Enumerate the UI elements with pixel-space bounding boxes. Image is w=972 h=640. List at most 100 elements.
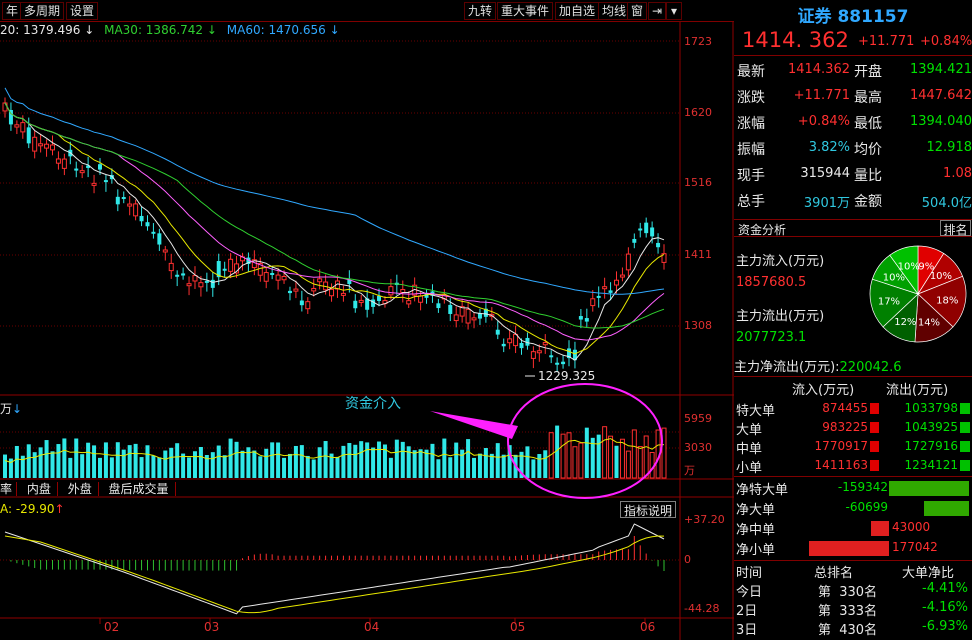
candle-body (145, 222, 150, 227)
candle-body (74, 168, 79, 171)
candle-body (561, 361, 566, 365)
volume-bar (412, 450, 417, 478)
rank-day: 3日 (736, 623, 758, 638)
candle-body (139, 215, 144, 222)
volume-bar (145, 445, 150, 478)
tab-window[interactable]: 窗 (627, 2, 648, 20)
candle-body (602, 286, 608, 290)
candle-body (519, 342, 524, 349)
volume-bar (341, 445, 346, 478)
pie-slice-label: 10% (898, 262, 920, 273)
volume-bar (62, 438, 67, 478)
price-tick: 1723 (684, 35, 712, 48)
candle-body (317, 278, 323, 283)
volume-bar (115, 442, 120, 478)
x-tick: 02 (104, 620, 120, 634)
candle-body (44, 143, 50, 149)
candle-body (549, 355, 554, 358)
candle-body (263, 272, 269, 282)
rank-time-header: 时间 (736, 566, 763, 581)
candle-body (32, 136, 38, 152)
candle-body (513, 333, 519, 347)
candle-body (26, 127, 31, 144)
candle-body (49, 144, 55, 151)
candle-body (644, 222, 649, 234)
quote-value: +0.84% (797, 114, 850, 129)
net-flow-name: 净大单 (736, 503, 776, 518)
candle-body (530, 351, 536, 359)
candle-body (281, 275, 287, 281)
rank-ratio: -6.93% (922, 619, 968, 634)
volume-bar (311, 459, 316, 478)
candle-body (305, 301, 311, 310)
quote-label: 开盘 (854, 64, 882, 80)
quote-label: 最新 (737, 64, 765, 80)
net-flow-name: 净中单 (736, 523, 776, 538)
candle-body (103, 180, 108, 183)
flow-out-bar (960, 403, 970, 414)
volume-bar (86, 442, 91, 478)
volume-bar (68, 457, 73, 478)
volume-bar (32, 452, 37, 478)
pie-slice-label: 18% (936, 296, 958, 307)
volume-bar (92, 445, 97, 478)
tab-major-events[interactable]: 重大事件 (497, 2, 554, 20)
tab-multi-period[interactable]: 多周期 (20, 2, 65, 20)
candle-body (555, 362, 560, 365)
volume-bar (26, 444, 31, 478)
tab-add-watchlist[interactable]: 加自选 (555, 2, 600, 20)
volume-bar (157, 457, 162, 478)
x-tick: 04 (364, 620, 380, 634)
volume-bar (198, 446, 203, 478)
tab-after-hours-volume[interactable]: 盘后成交量 (102, 482, 176, 496)
indicator-help-button[interactable]: 指标说明 (620, 501, 677, 518)
flow-in-value: 874455 (822, 401, 868, 415)
volume-bar (525, 446, 530, 478)
volume-bar (637, 446, 643, 479)
volume-bars (3, 425, 667, 479)
volume-bar (293, 445, 298, 478)
volume-bar (323, 441, 328, 478)
candle-body (275, 274, 281, 281)
volume-bar (359, 441, 364, 478)
rank-total: 第 330名 (818, 585, 878, 600)
rank-ratio: -4.41% (922, 581, 968, 596)
quote-label: 涨跌 (737, 90, 765, 106)
tab-nine-turn[interactable]: 九转 (464, 2, 497, 20)
tab-outer-volume[interactable]: 外盘 (61, 482, 99, 496)
candle-body (590, 298, 596, 307)
candle-body (453, 314, 459, 322)
tab-rate[interactable]: 率 (0, 482, 18, 496)
candlestick-series (2, 97, 667, 373)
last-price: 1414. 362 (742, 28, 849, 52)
net-flow-row: 净特大单 -159342 (734, 479, 972, 498)
candle-body (465, 308, 471, 324)
macd-dif-line (4, 523, 665, 615)
volume-bar (216, 445, 221, 478)
rank-button[interactable]: 排名 (940, 220, 971, 237)
price-tick: 1620 (684, 106, 712, 119)
candle-body (448, 304, 453, 314)
main-net-outflow: 主力净流出(万元):220042.6 (734, 360, 902, 375)
chevron-down-icon[interactable]: ▾ (666, 2, 682, 20)
rank-row: 今日 第 330名 -4.41% (734, 581, 972, 600)
tab-inner-volume[interactable]: 内盘 (20, 482, 58, 496)
candle-body (151, 231, 156, 234)
volume-bar (210, 452, 215, 478)
main-inflow-label: 主力流入(万元) (736, 254, 825, 269)
volume-bar (643, 435, 649, 479)
tab-settings[interactable]: 设置 (66, 2, 99, 20)
candle-body (656, 242, 661, 248)
candle-body (162, 249, 168, 253)
export-icon[interactable]: ⇥ (648, 2, 666, 20)
candle-body (181, 273, 186, 276)
rank-total: 第 430名 (818, 623, 878, 638)
tab-moving-average[interactable]: 均线 (598, 2, 631, 20)
kline-chart[interactable] (0, 22, 734, 640)
tab-year[interactable]: 年 (2, 2, 23, 20)
quote-value: 3901万 (803, 196, 850, 211)
volume-bar (596, 434, 601, 478)
candle-body (287, 290, 292, 294)
macd-value: A: -29.90↑ (0, 502, 65, 516)
low-marker-label: 1229.325 (538, 369, 596, 383)
